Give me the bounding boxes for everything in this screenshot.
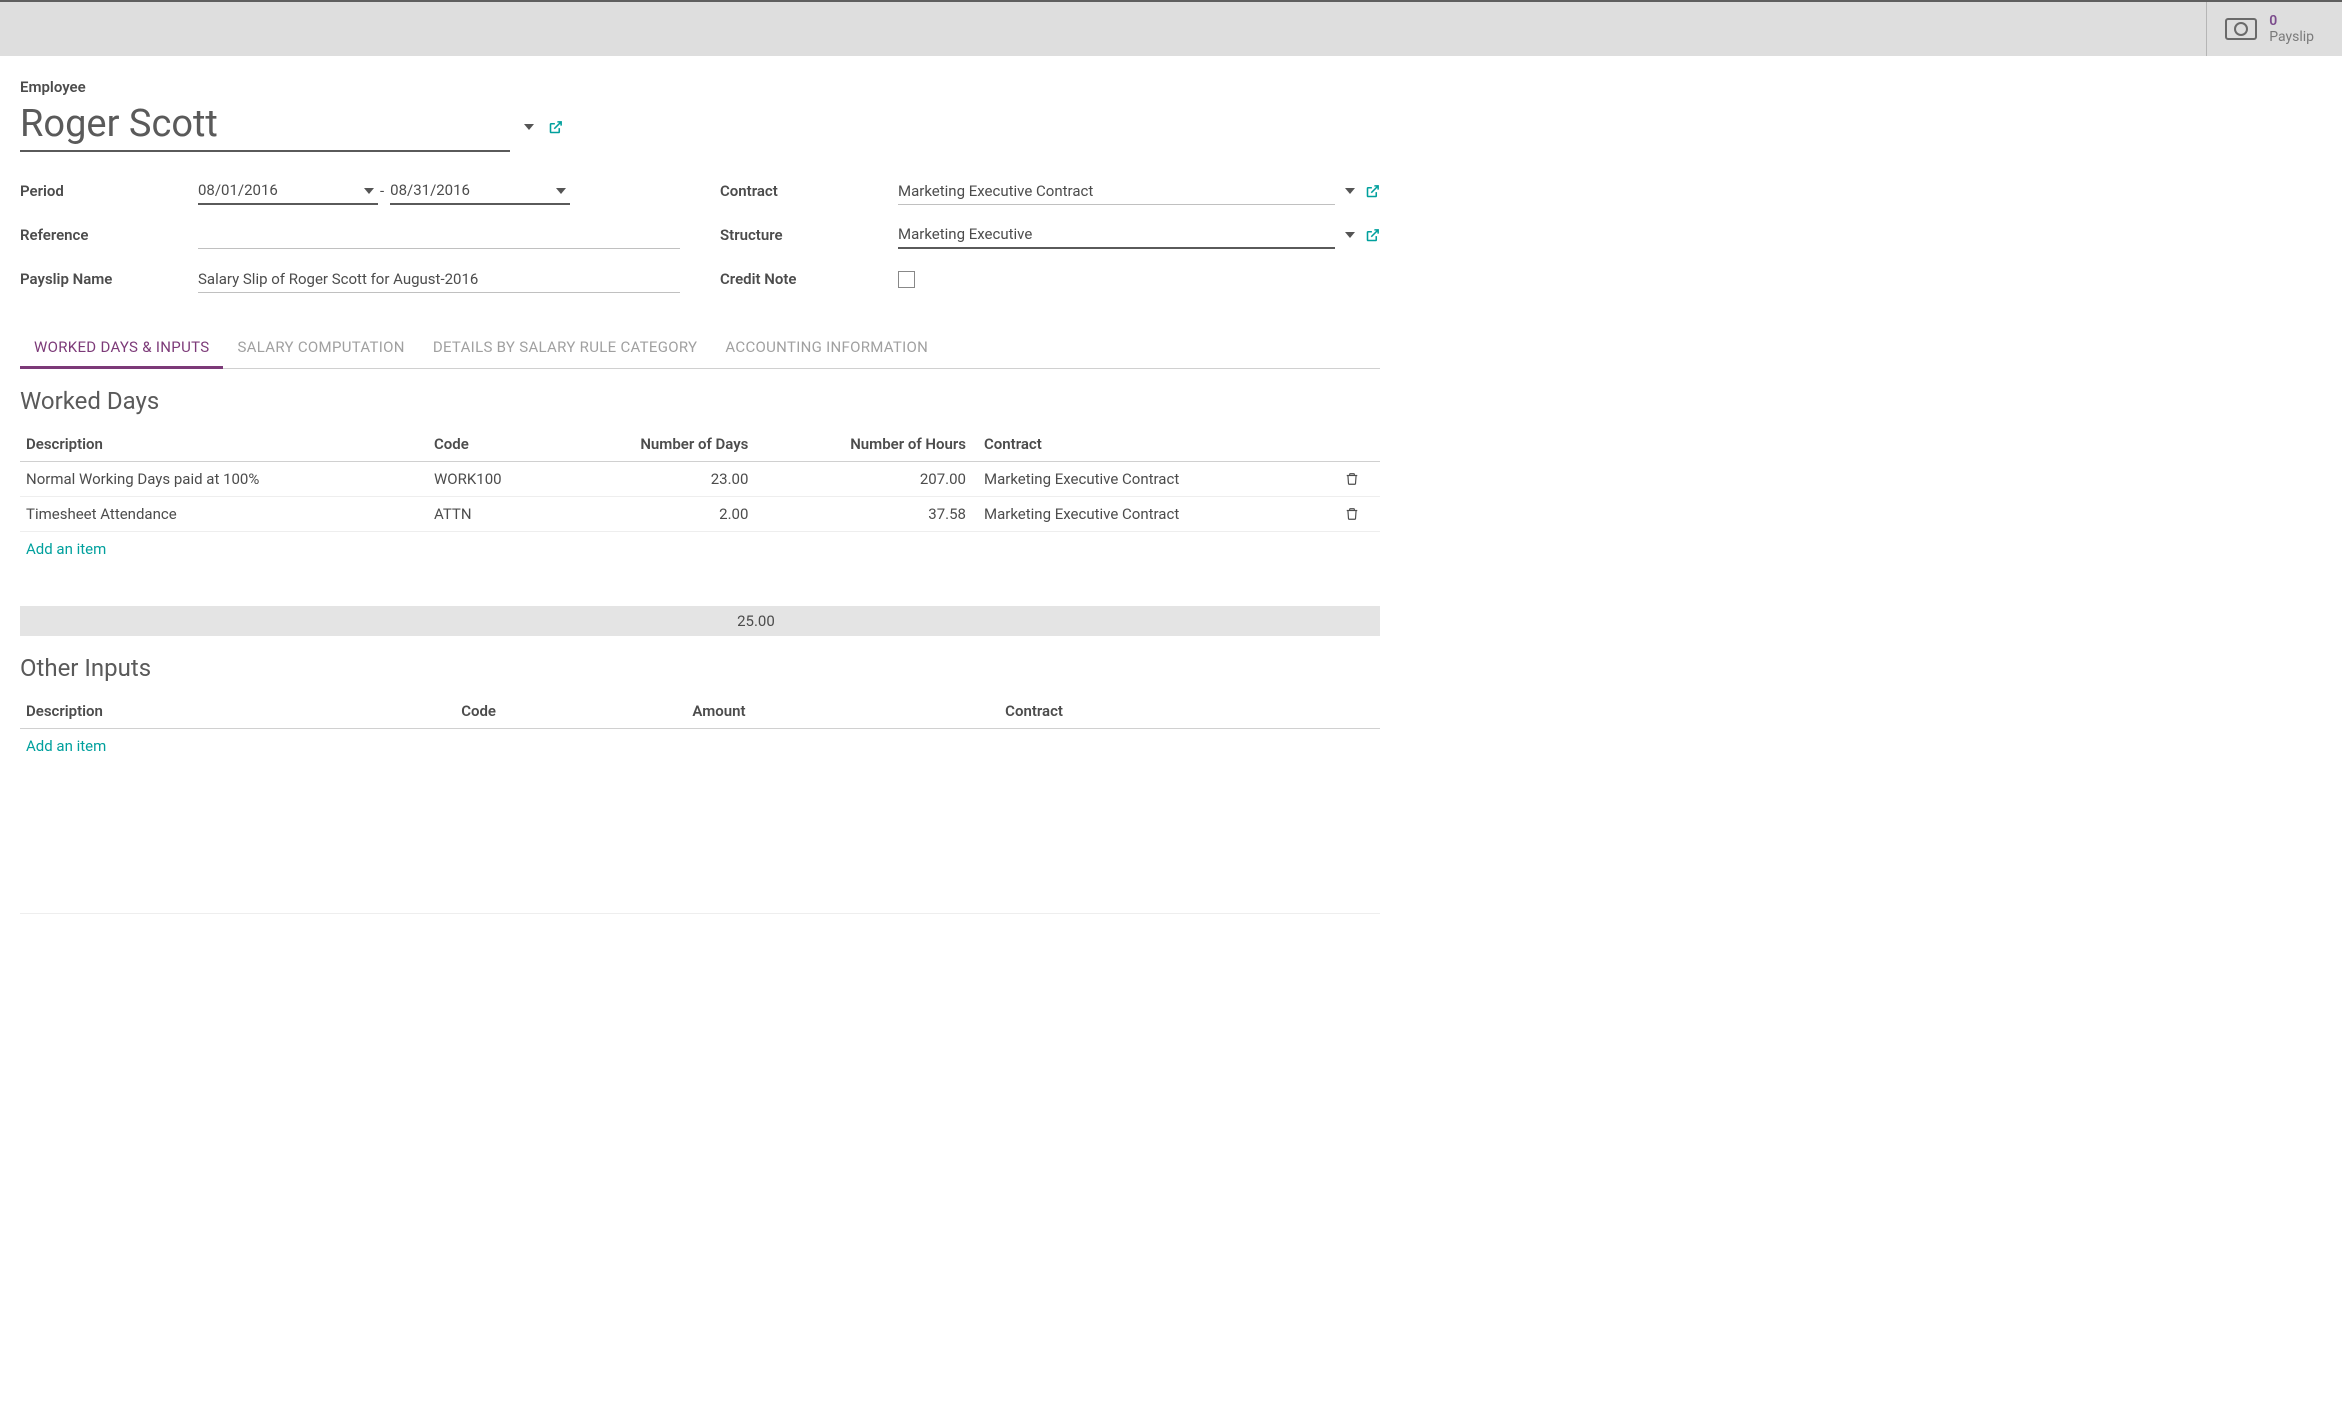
contract-label: Contract — [720, 182, 898, 200]
cell-hours: 37.58 — [754, 497, 972, 532]
add-other-input[interactable]: Add an item — [20, 729, 1380, 763]
payslip-stat-button[interactable]: 0 Payslip — [2206, 2, 2342, 56]
tab-accounting[interactable]: ACCOUNTING INFORMATION — [711, 328, 942, 368]
banknote-icon — [2225, 18, 2257, 40]
payslip-count: 0 — [2269, 13, 2314, 29]
col-oi-description: Description — [20, 694, 455, 729]
payslip-name-input[interactable] — [198, 266, 680, 293]
tabs: WORKED DAYS & INPUTS SALARY COMPUTATION … — [20, 328, 1380, 369]
payslip-name-label: Payslip Name — [20, 270, 198, 288]
status-bar: 0 Payslip — [0, 0, 2342, 56]
employee-label: Employee — [20, 78, 86, 96]
chevron-down-icon[interactable] — [1345, 188, 1355, 194]
external-link-icon[interactable] — [1365, 184, 1380, 199]
cell-contract: Marketing Executive Contract — [972, 497, 1339, 532]
period-from-input[interactable] — [198, 177, 378, 205]
other-inputs-table: Description Code Amount Contract Add an … — [20, 694, 1380, 914]
add-worked-day[interactable]: Add an item — [20, 532, 1380, 566]
cell-code: WORK100 — [428, 462, 564, 497]
trash-icon[interactable] — [1339, 462, 1380, 497]
credit-note-label: Credit Note — [720, 270, 898, 288]
chevron-down-icon[interactable] — [1345, 232, 1355, 238]
col-oi-contract: Contract — [999, 694, 1380, 729]
cell-contract: Marketing Executive Contract — [972, 462, 1339, 497]
worked-days-title: Worked Days — [20, 387, 1380, 415]
cell-days: 23.00 — [564, 462, 754, 497]
structure-label: Structure — [720, 226, 898, 244]
reference-label: Reference — [20, 226, 198, 244]
trash-icon[interactable] — [1339, 497, 1380, 532]
col-oi-amount: Amount — [686, 694, 999, 729]
total-days: 25.00 — [20, 612, 775, 630]
totals-bar: 25.00 — [20, 606, 1380, 636]
other-inputs-title: Other Inputs — [20, 654, 1380, 682]
col-hours: Number of Hours — [754, 427, 972, 462]
chevron-down-icon[interactable] — [524, 124, 534, 130]
external-link-icon[interactable] — [548, 120, 563, 135]
period-to-input[interactable] — [390, 177, 570, 205]
chevron-down-icon[interactable] — [556, 188, 566, 194]
col-description: Description — [20, 427, 428, 462]
worked-days-table: Description Code Number of Days Number o… — [20, 427, 1380, 566]
col-days: Number of Days — [564, 427, 754, 462]
table-row[interactable]: Normal Working Days paid at 100%WORK1002… — [20, 462, 1380, 497]
payslip-label: Payslip — [2269, 29, 2314, 45]
structure-input[interactable] — [898, 221, 1335, 249]
period-label: Period — [20, 182, 198, 200]
cell-description: Timesheet Attendance — [20, 497, 428, 532]
tab-details[interactable]: DETAILS BY SALARY RULE CATEGORY — [419, 328, 712, 368]
tab-worked-days[interactable]: WORKED DAYS & INPUTS — [20, 328, 223, 369]
col-code: Code — [428, 427, 564, 462]
col-contract: Contract — [972, 427, 1339, 462]
tab-salary-computation[interactable]: SALARY COMPUTATION — [223, 328, 418, 368]
cell-days: 2.00 — [564, 497, 754, 532]
credit-note-checkbox[interactable] — [898, 271, 915, 288]
reference-input[interactable] — [198, 222, 680, 249]
employee-input[interactable] — [20, 102, 510, 152]
table-row[interactable]: Timesheet AttendanceATTN2.0037.58Marketi… — [20, 497, 1380, 532]
contract-input[interactable] — [898, 178, 1335, 205]
external-link-icon[interactable] — [1365, 228, 1380, 243]
col-oi-code: Code — [455, 694, 686, 729]
chevron-down-icon[interactable] — [364, 188, 374, 194]
cell-code: ATTN — [428, 497, 564, 532]
cell-hours: 207.00 — [754, 462, 972, 497]
cell-description: Normal Working Days paid at 100% — [20, 462, 428, 497]
period-separator: - — [374, 182, 390, 200]
